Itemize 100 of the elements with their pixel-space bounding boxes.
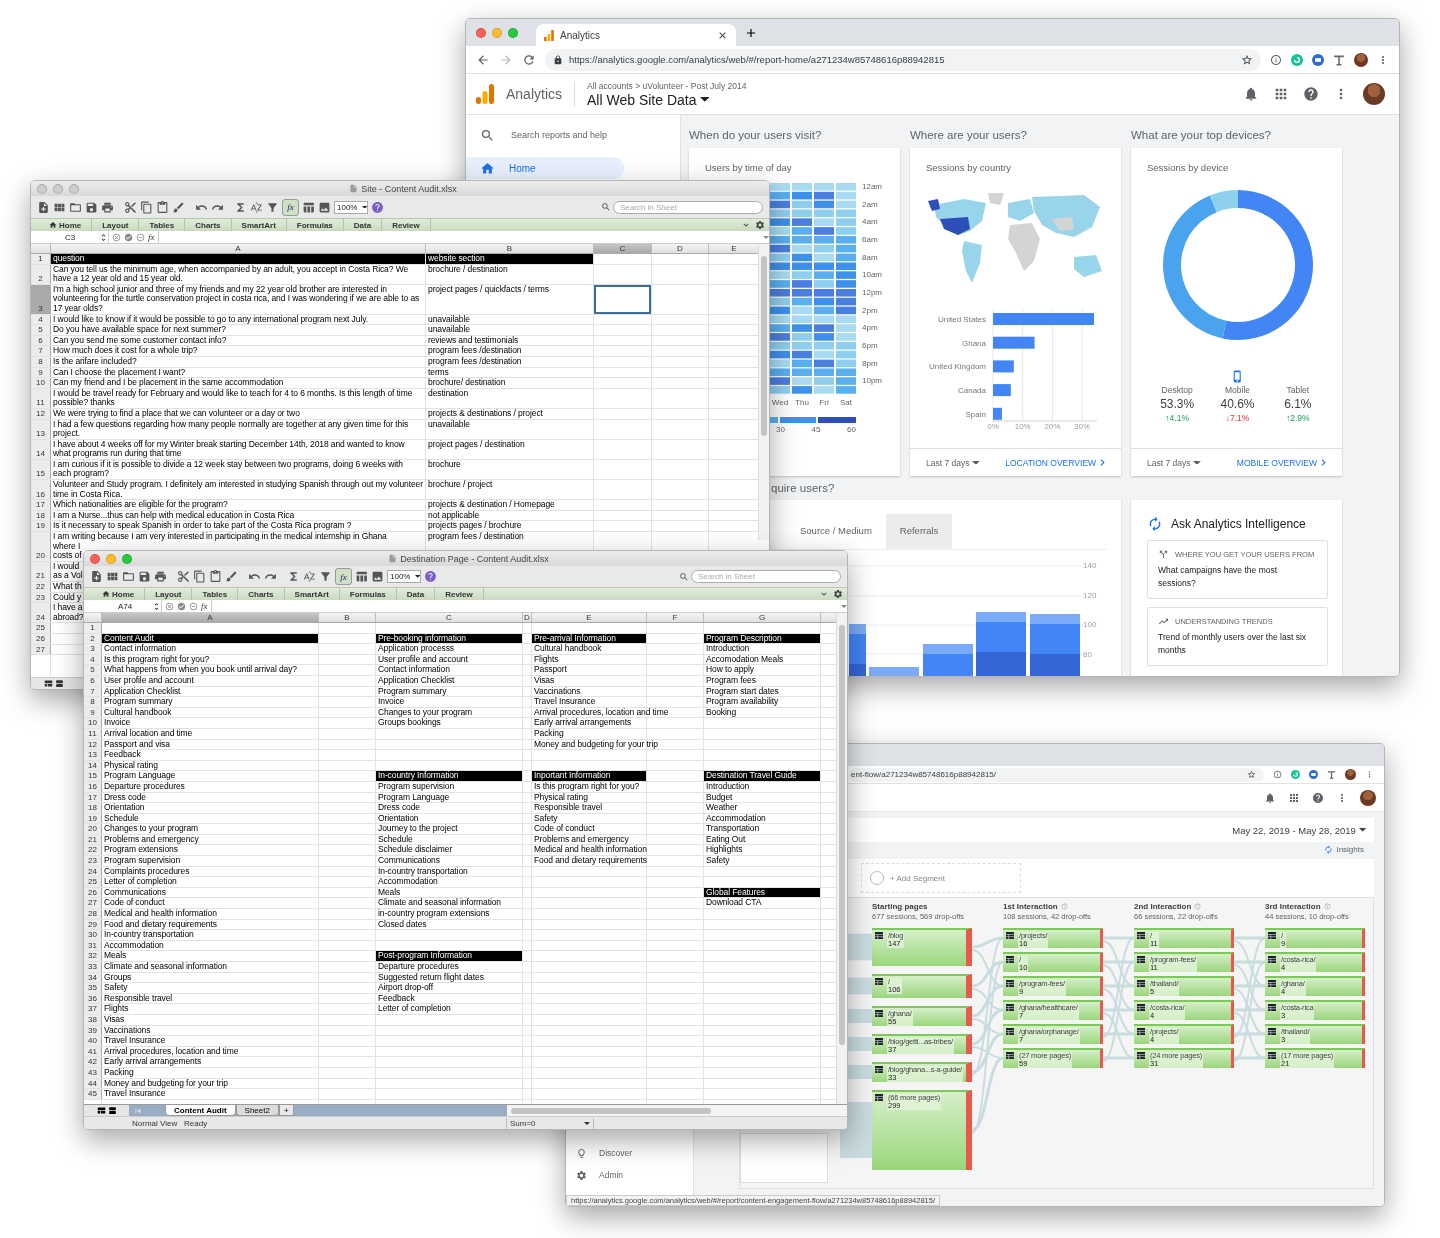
row-number[interactable]: 27: [31, 644, 51, 655]
search-field[interactable]: Search in Sheet: [691, 570, 841, 583]
row-number[interactable]: 45: [84, 1089, 102, 1099]
formula-builder-button[interactable]: fx: [282, 198, 299, 216]
row-number[interactable]: 11: [84, 728, 102, 739]
row-number[interactable]: 14: [84, 760, 102, 771]
row-number[interactable]: 4: [84, 654, 102, 665]
apps-icon[interactable]: [1273, 86, 1289, 102]
filter-icon[interactable]: [266, 200, 279, 214]
nav-item[interactable]: Home: [466, 157, 624, 179]
row-number[interactable]: 5: [84, 665, 102, 675]
row-number[interactable]: 37: [84, 1004, 102, 1014]
info-icon[interactable]: [1273, 770, 1282, 779]
open-folder-icon[interactable]: [122, 570, 135, 583]
help-icon[interactable]: [371, 200, 384, 214]
star-icon[interactable]: [1241, 53, 1253, 66]
normal-view-icon[interactable]: [96, 1106, 106, 1115]
date-range-dropdown[interactable]: Last 7 days: [926, 457, 981, 468]
row-number[interactable]: 2: [84, 633, 102, 644]
row-number[interactable]: 9: [84, 707, 102, 718]
row-number[interactable]: 33: [84, 962, 102, 972]
column-header[interactable]: E: [532, 613, 647, 623]
column-header[interactable]: B: [426, 244, 594, 254]
copy-icon[interactable]: [193, 570, 206, 583]
row-number[interactable]: 25: [31, 623, 51, 633]
gallery-icon[interactable]: [355, 570, 368, 583]
row-number[interactable]: 10: [31, 378, 51, 388]
row-number[interactable]: 13: [31, 419, 51, 439]
column-header[interactable]: A: [51, 244, 426, 254]
sum-icon[interactable]: [234, 200, 247, 214]
extension-icon[interactable]: [1312, 53, 1324, 66]
date-range-dropdown[interactable]: Last 7 days: [1147, 457, 1202, 468]
column-header[interactable]: D: [652, 244, 709, 254]
row-number[interactable]: 6: [31, 335, 51, 346]
avatar[interactable]: [1354, 52, 1368, 67]
new-file-icon[interactable]: [90, 570, 103, 583]
row-number[interactable]: 19: [84, 813, 102, 824]
row-number[interactable]: 20: [31, 532, 51, 561]
filter-icon[interactable]: [319, 570, 332, 583]
tab[interactable]: Source / Medium: [786, 514, 886, 549]
add-sheet-button[interactable]: +: [278, 1105, 294, 1116]
sort-icon[interactable]: [303, 570, 316, 583]
column-header[interactable]: B: [319, 613, 376, 623]
row-number[interactable]: 3: [84, 644, 102, 654]
row-number[interactable]: 1: [31, 254, 51, 264]
row-number[interactable]: 22: [84, 845, 102, 856]
formula-builder-button[interactable]: fx: [335, 568, 352, 585]
vertical-scrollbar[interactable]: [758, 244, 769, 540]
row-number[interactable]: 18: [31, 510, 51, 521]
sum-dropdown[interactable]: Sum=0: [506, 1117, 594, 1129]
close-button[interactable]: [476, 27, 486, 38]
search-icon[interactable]: [601, 202, 611, 212]
row-number[interactable]: 21: [84, 834, 102, 845]
help-icon[interactable]: [424, 570, 437, 583]
gallery-icon[interactable]: [302, 200, 315, 214]
page-layout-icon[interactable]: [107, 1106, 117, 1115]
tab[interactable]: Referrals: [885, 514, 953, 549]
row-number[interactable]: 28: [84, 909, 102, 919]
row-number[interactable]: 12: [31, 408, 51, 419]
brush-icon[interactable]: [225, 570, 238, 583]
templates-icon[interactable]: [106, 570, 119, 583]
open-folder-icon[interactable]: [69, 200, 82, 214]
star-icon[interactable]: [1247, 770, 1256, 779]
row-number[interactable]: 32: [84, 951, 102, 961]
row-number[interactable]: 5: [31, 325, 51, 335]
row-number[interactable]: 23: [84, 856, 102, 866]
row-number[interactable]: 27: [84, 898, 102, 909]
cut-icon[interactable]: [124, 200, 137, 214]
media-icon[interactable]: [318, 200, 331, 214]
row-number[interactable]: 10: [84, 718, 102, 728]
horizontal-scrollbar[interactable]: [507, 1105, 847, 1116]
avatar[interactable]: [1363, 83, 1385, 105]
column-header[interactable]: C: [594, 244, 652, 254]
extension-icon[interactable]: [1309, 770, 1318, 779]
row-number[interactable]: 17: [84, 792, 102, 803]
copy-icon[interactable]: [140, 200, 153, 214]
row-number[interactable]: 26: [84, 887, 102, 898]
confirm-icon[interactable]: [177, 601, 186, 611]
save-icon[interactable]: [85, 200, 98, 214]
info-icon[interactable]: [1270, 53, 1282, 66]
formula-field[interactable]: [157, 231, 769, 243]
paste-icon[interactable]: [209, 570, 222, 583]
nav-item[interactable]: Discover: [566, 1142, 693, 1164]
search-icon[interactable]: [679, 571, 689, 582]
search-field[interactable]: Search in Sheet: [613, 200, 763, 214]
bell-icon[interactable]: [1264, 791, 1276, 804]
sum-icon[interactable]: [287, 570, 300, 583]
cut-icon[interactable]: [177, 570, 190, 583]
report-link[interactable]: LOCATION OVERVIEW: [1005, 456, 1109, 469]
column-header[interactable]: G: [704, 613, 821, 623]
row-number[interactable]: 25: [84, 877, 102, 887]
row-number[interactable]: 13: [84, 750, 102, 760]
print-icon[interactable]: [101, 200, 114, 214]
apps-icon[interactable]: [1288, 791, 1300, 804]
row-number[interactable]: 31: [84, 940, 102, 951]
zoom-field[interactable]: 100%: [387, 570, 421, 583]
settings-icon[interactable]: [755, 220, 765, 230]
row-number[interactable]: 8: [31, 356, 51, 367]
normal-view-icon[interactable]: [43, 679, 53, 688]
brush-icon[interactable]: [172, 200, 185, 214]
